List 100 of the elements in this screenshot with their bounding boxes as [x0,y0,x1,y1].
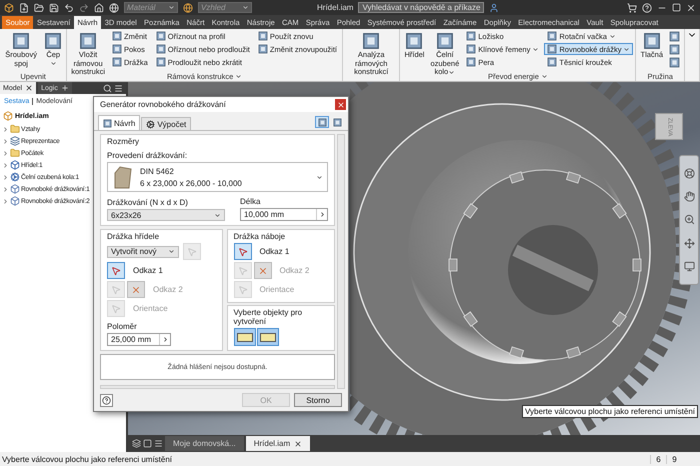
cursor-icon [187,246,197,256]
tool-icon [547,57,558,67]
spring-tool-button[interactable] [667,56,682,68]
layers-icon [10,136,20,146]
tool-icon [258,44,268,54]
spline-size-dropdown[interactable]: 6x23x26 [107,209,225,221]
object-toggle[interactable] [256,328,278,346]
spline-icon [10,196,20,206]
status-field: 6 [650,454,666,464]
field-label: Poloměr [107,322,138,331]
tool-icon [669,56,680,68]
close-icon[interactable] [25,84,34,92]
expand-icon[interactable] [2,162,9,168]
field-label: Délka [240,197,262,206]
reference-label: Odkaz 2 [280,266,310,275]
length-field[interactable]: 10,000 mm [240,208,328,221]
tool-icon [362,32,380,50]
tool-icon [112,31,122,41]
redo-icon[interactable] [79,2,89,12]
dialog-tab[interactable]: Výpočet [141,117,192,130]
cross-icon [131,284,141,294]
help-icon[interactable] [642,2,652,12]
horizontal-scrollbar[interactable] [100,385,335,389]
add-icon[interactable] [60,84,69,92]
status-message: Vyberte válcovou plochu jako referenci umístění [2,454,172,464]
caret-icon [168,4,175,11]
search-icon[interactable] [103,84,112,92]
expand-icon[interactable] [2,186,9,192]
close-icon[interactable] [686,2,696,12]
tile-icon[interactable] [143,439,152,448]
spring-tool-button[interactable] [667,30,682,42]
undo-icon[interactable] [64,2,74,12]
expand-icon[interactable] [2,174,9,180]
section-title: Drážka náboje [234,232,286,241]
expand-icon[interactable] [2,126,9,132]
document-tab[interactable]: Hrídel.iam [246,436,310,451]
document-tab[interactable]: Moje domovská... [165,436,244,451]
vertical-scrollbar[interactable] [337,134,345,389]
split-icon[interactable] [154,439,163,448]
spline-type-dropdown[interactable]: DIN 5462 6 x 23,000 x 26,000 - 10,000 [107,162,328,192]
folder-icon [10,148,20,158]
cross-icon [258,266,268,276]
globe-icon[interactable] [109,2,119,12]
groove-mode-dropdown[interactable]: Vytvořit nový [107,246,179,258]
spring-tool-button[interactable] [667,43,682,55]
tool-icon [103,118,112,128]
save-icon[interactable] [49,2,59,12]
close-icon[interactable] [294,440,302,448]
tool-icon [156,31,166,41]
menu-icon[interactable] [114,84,123,92]
cart-icon[interactable] [627,2,637,12]
flip-button[interactable] [254,262,272,279]
close-button[interactable] [335,99,346,110]
object-toggle[interactable] [234,328,256,346]
assembly-icon [3,111,13,121]
user-icon[interactable] [489,2,500,12]
dialog-button[interactable]: Storno [294,393,342,407]
spline-profile-icon [112,165,134,189]
maximize-icon[interactable] [672,3,681,12]
caret-icon [214,212,221,218]
tool-icon [405,32,424,50]
app-logo-icon[interactable] [4,2,14,12]
pick-button[interactable] [234,243,252,260]
tool-icon [112,44,122,54]
tool-icon [112,57,122,67]
new-file-icon[interactable] [19,2,29,12]
help-icon [102,396,111,404]
tool-icon [669,44,680,54]
tool-icon [436,32,454,50]
part-icon [10,160,20,170]
look-at-icon[interactable] [684,260,694,272]
tooltip: Vyberte válcovou plochu jako referenci umístění [522,405,698,418]
expand-icon[interactable] [2,138,9,144]
help-button[interactable] [100,394,113,406]
groove-icon [260,332,276,342]
tool-icon [669,30,680,42]
radius-field[interactable]: 25,000 mm [107,333,171,346]
tool-icon [156,57,166,67]
home-icon[interactable] [94,2,104,12]
gear-icon [10,172,20,182]
reference-label: Odkaz 1 [133,266,163,275]
steering-wheel-icon[interactable] [684,168,694,180]
open-folder-icon[interactable] [34,2,44,12]
dialog-tab[interactable]: Návrh [98,115,140,130]
tool-icon [547,31,558,41]
tool-icon [156,44,166,54]
pick-button[interactable] [107,262,125,279]
close-icon [336,100,344,108]
expand-icon[interactable] [2,198,9,204]
zoom-icon[interactable] [684,214,694,226]
tool-icon [547,44,558,54]
toolbar-toggle[interactable] [315,116,329,128]
expand-icon[interactable] [2,150,9,156]
status-field: 9 [666,454,682,464]
tool-icon [12,32,30,50]
orbit-icon[interactable] [684,238,694,249]
search-field[interactable]: Vyhledávat v nápovědě a příkaze [358,2,484,13]
section-title: Rozměry [107,137,140,146]
section-title: Vyberte objekty pro vytvoření [234,308,304,326]
pan-icon[interactable] [684,191,694,202]
